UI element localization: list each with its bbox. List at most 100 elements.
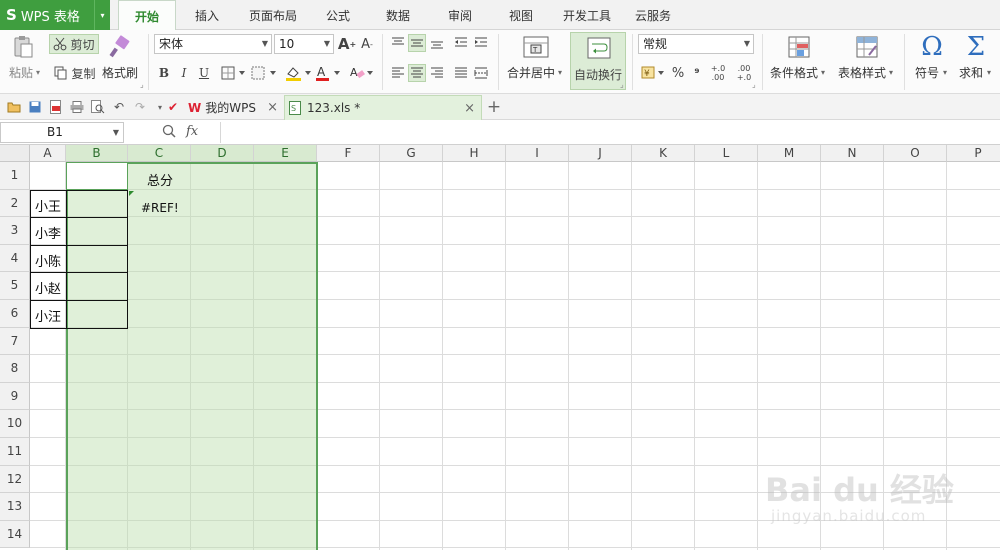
conditional-format-icon[interactable] xyxy=(786,34,812,60)
column-header-p[interactable]: P xyxy=(947,145,1000,162)
tab-data[interactable]: 数据 xyxy=(375,0,421,30)
column-header-j[interactable]: J xyxy=(569,145,632,162)
cell-a4[interactable]: 小陈 xyxy=(30,244,67,274)
cell-b2[interactable] xyxy=(66,189,128,219)
tab-cloud[interactable]: 云服务 xyxy=(628,0,678,30)
row-header-9[interactable]: 9 xyxy=(0,382,30,411)
table-style-dropdown-icon[interactable]: ▾ xyxy=(889,68,893,77)
sigma-sum-icon[interactable]: Σ xyxy=(962,32,990,62)
cell-a2[interactable]: 小王 xyxy=(30,189,67,219)
export-pdf-icon[interactable] xyxy=(48,99,64,115)
row-header-13[interactable]: 13 xyxy=(0,493,30,521)
bold-button[interactable]: B xyxy=(156,64,172,82)
align-bottom-icon[interactable] xyxy=(428,34,446,52)
paste-icon[interactable] xyxy=(10,34,36,60)
app-menu-dropdown-icon[interactable]: ▾ xyxy=(94,0,110,30)
row-header-4[interactable]: 4 xyxy=(0,244,30,273)
decrease-indent-icon[interactable] xyxy=(452,34,470,52)
merge-dropdown-icon[interactable]: ▾ xyxy=(558,68,562,77)
column-header-a[interactable]: A xyxy=(30,145,66,162)
column-header-b[interactable]: B xyxy=(66,145,128,162)
column-header-d[interactable]: D xyxy=(191,145,254,162)
row-header-11[interactable]: 11 xyxy=(0,438,30,466)
column-header-h[interactable]: H xyxy=(443,145,506,162)
distributed-icon[interactable] xyxy=(472,64,490,82)
italic-button[interactable]: I xyxy=(176,64,192,82)
align-right-icon[interactable] xyxy=(428,64,446,82)
cell-a3[interactable]: 小李 xyxy=(30,217,67,246)
align-middle-icon[interactable] xyxy=(408,34,426,52)
cell-a5[interactable]: 小赵 xyxy=(30,272,67,301)
row-header-8[interactable]: 8 xyxy=(0,355,30,383)
cell-b6[interactable] xyxy=(66,300,128,329)
align-center-icon[interactable] xyxy=(408,64,426,82)
add-tab-button[interactable]: + xyxy=(486,97,502,117)
clear-format-icon[interactable]: A xyxy=(348,64,376,82)
omega-symbol-icon[interactable]: Ω xyxy=(918,32,946,62)
row-header-14[interactable]: 14 xyxy=(0,520,30,549)
column-header-l[interactable]: L xyxy=(695,145,758,162)
symbol-button[interactable]: 符号 xyxy=(915,64,939,81)
number-format-select[interactable]: 常规 ▼ xyxy=(638,34,754,54)
doc-tab-my-wps[interactable]: W 我的WPS × xyxy=(184,95,284,120)
select-all-corner[interactable] xyxy=(0,145,30,162)
cell-c1[interactable]: 总分 xyxy=(147,170,173,189)
currency-icon[interactable]: ¥ xyxy=(640,64,666,82)
quick-access-customize-icon[interactable]: ▾ xyxy=(156,99,164,115)
column-header-o[interactable]: O xyxy=(884,145,947,162)
align-top-icon[interactable] xyxy=(389,34,407,52)
formula-input[interactable] xyxy=(220,122,1000,143)
column-header-c[interactable]: C xyxy=(128,145,191,162)
font-color-icon[interactable]: A xyxy=(314,64,344,82)
fill-color-icon[interactable] xyxy=(284,64,314,82)
clipboard-group-launcher-icon[interactable]: ⌟ xyxy=(140,80,144,89)
conditional-format-dropdown-icon[interactable]: ▾ xyxy=(821,68,825,77)
cell-a6[interactable]: 小汪 xyxy=(30,300,67,329)
conditional-format-button[interactable]: 条件格式 xyxy=(770,64,818,81)
row-header-12[interactable]: 12 xyxy=(0,465,30,494)
number-group-launcher-icon[interactable]: ⌟ xyxy=(752,80,756,89)
table-style-button[interactable]: 表格样式 xyxy=(838,64,886,81)
font-size-select[interactable]: 10 ▼ xyxy=(274,34,334,54)
tab-insert[interactable]: 插入 xyxy=(184,0,230,30)
merge-center-icon[interactable]: T xyxy=(522,34,550,60)
percent-button[interactable]: % xyxy=(670,64,686,82)
save-icon[interactable] xyxy=(27,99,43,115)
tab-review[interactable]: 审阅 xyxy=(437,0,483,30)
row-header-6[interactable]: 6 xyxy=(0,300,30,328)
column-header-i[interactable]: I xyxy=(506,145,569,162)
column-header-e[interactable]: E xyxy=(254,145,317,162)
close-tab-icon[interactable]: × xyxy=(464,101,475,116)
column-header-n[interactable]: N xyxy=(821,145,884,162)
column-header-g[interactable]: G xyxy=(380,145,443,162)
tab-home[interactable]: 开始 xyxy=(118,0,176,31)
row-header-10[interactable]: 10 xyxy=(0,410,30,438)
pin-icon[interactable]: ✔ xyxy=(165,99,181,115)
cell-b3[interactable] xyxy=(66,217,128,246)
column-header-k[interactable]: K xyxy=(632,145,695,162)
wrap-text-button[interactable]: 自动换行 xyxy=(570,32,626,90)
underline-button[interactable]: U xyxy=(196,64,212,82)
print-icon[interactable] xyxy=(69,99,85,115)
comma-style-button[interactable]: ⁹ xyxy=(690,64,704,82)
align-left-icon[interactable] xyxy=(389,64,407,82)
decrease-decimal-button[interactable]: .00 +.0 xyxy=(734,62,754,84)
name-box[interactable]: B1 ▼ xyxy=(0,122,124,143)
active-cell-b1[interactable] xyxy=(66,162,128,190)
column-header-m[interactable]: M xyxy=(758,145,821,162)
justify-icon[interactable] xyxy=(452,64,470,82)
borders-icon[interactable] xyxy=(220,64,248,82)
increase-indent-icon[interactable] xyxy=(472,34,490,52)
tab-view[interactable]: 视图 xyxy=(498,0,544,30)
cut-button[interactable]: 剪切 xyxy=(49,34,99,54)
open-folder-icon[interactable] xyxy=(6,99,22,115)
merge-center-button[interactable]: 合并居中 xyxy=(507,64,555,81)
table-style-icon[interactable] xyxy=(854,34,880,60)
font-name-select[interactable]: 宋体 ▼ xyxy=(154,34,272,54)
cell-b5[interactable] xyxy=(66,272,128,301)
format-painter-icon[interactable] xyxy=(106,34,134,60)
paste-button[interactable]: 粘贴 xyxy=(9,64,33,81)
cell-c2[interactable]: #REF! xyxy=(141,201,179,215)
column-header-f[interactable]: F xyxy=(317,145,380,162)
format-painter-button[interactable]: 格式刷 xyxy=(102,64,138,81)
